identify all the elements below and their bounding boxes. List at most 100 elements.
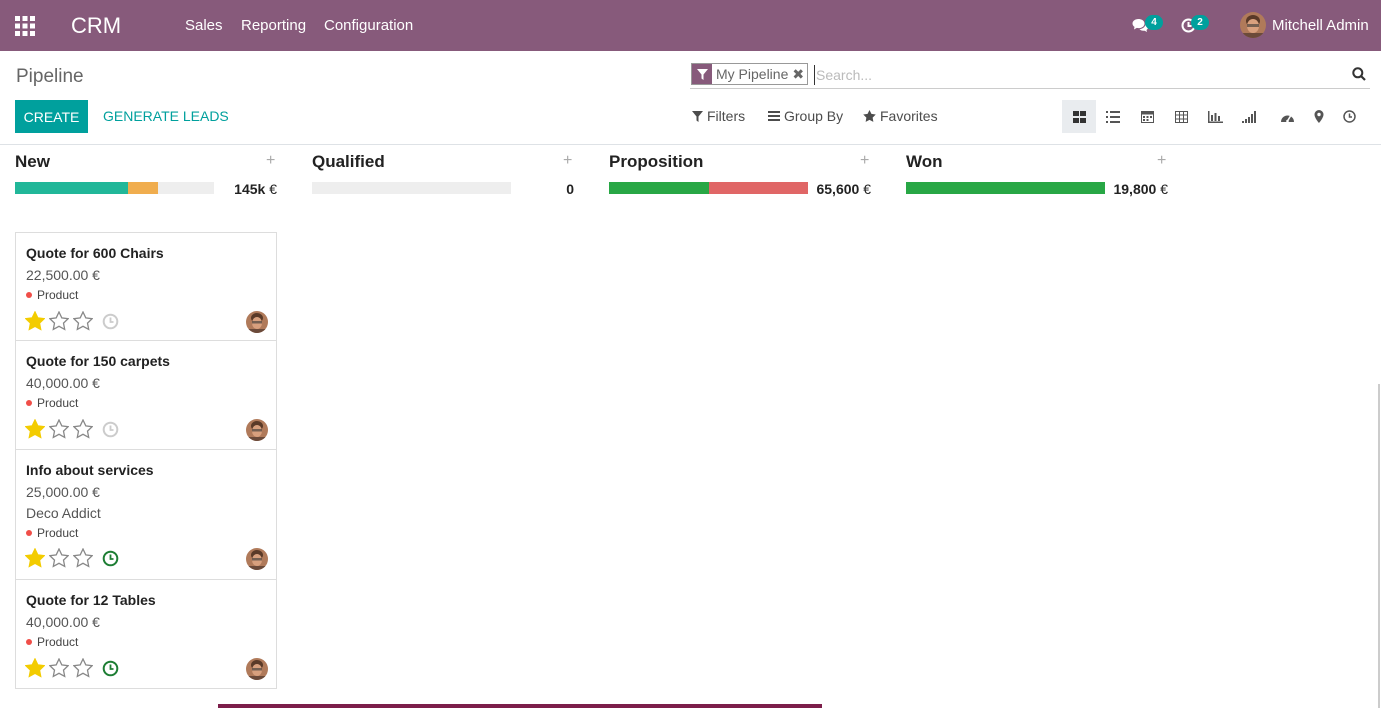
generate-leads-button[interactable]: GENERATE LEADS xyxy=(103,108,229,124)
column-total: 65,600 € xyxy=(809,181,871,197)
activity-clock-icon[interactable] xyxy=(102,421,119,438)
dashboard-icon xyxy=(1280,115,1294,122)
breadcrumb: Pipeline xyxy=(16,66,84,87)
kanban-card[interactable]: Quote for 600 Chairs 22,500.00 € Product xyxy=(15,232,277,341)
remove-facet-icon[interactable]: ✖ xyxy=(792,64,807,84)
card-partner: Deco Addict xyxy=(26,505,101,521)
kanban-card[interactable]: Quote for 150 carpets 40,000.00 € Produc… xyxy=(15,341,277,450)
app-brand[interactable]: CRM xyxy=(71,13,121,39)
add-card-icon[interactable]: + xyxy=(563,152,572,170)
scrollbar[interactable] xyxy=(1378,384,1380,708)
column-progress-bar[interactable] xyxy=(312,182,511,194)
messaging-menu[interactable]: 4 xyxy=(1132,12,1166,40)
card-tag: Product xyxy=(26,526,78,540)
create-button[interactable]: CREATE xyxy=(15,100,88,133)
group-by-button[interactable]: Group By xyxy=(768,108,843,124)
dashboard-view-button[interactable] xyxy=(1270,100,1304,133)
star-empty-icon[interactable] xyxy=(73,548,93,568)
menu-sales[interactable]: Sales xyxy=(185,17,223,34)
menu-reporting[interactable]: Reporting xyxy=(241,17,306,34)
priority-stars xyxy=(25,419,93,439)
star-empty-icon[interactable] xyxy=(49,311,69,331)
calendar-view-button[interactable] xyxy=(1130,100,1164,133)
column-title: Proposition xyxy=(609,152,704,171)
column-title: Qualified xyxy=(312,152,385,171)
activity-menu[interactable]: 2 xyxy=(1181,12,1215,40)
filter-icon xyxy=(692,110,703,122)
card-title: Quote for 12 Tables xyxy=(26,592,156,608)
pivot-view-button[interactable] xyxy=(1164,100,1198,133)
kanban-card[interactable]: Info about services 25,000.00 € Deco Add… xyxy=(15,450,277,580)
star-filled-icon[interactable] xyxy=(25,658,45,678)
column-total-currency: € xyxy=(863,181,871,197)
card-title: Quote for 600 Chairs xyxy=(26,245,164,261)
salesperson-avatar[interactable] xyxy=(246,419,268,441)
map-view-button[interactable] xyxy=(1302,100,1336,133)
column-total: 0 xyxy=(512,181,574,197)
salesperson-avatar[interactable] xyxy=(246,311,268,333)
favorites-label: Favorites xyxy=(880,108,938,124)
activity-clock-icon[interactable] xyxy=(102,550,119,567)
filter-facet[interactable]: My Pipeline ✖ xyxy=(691,63,809,85)
column-total-value: 145k xyxy=(234,181,266,197)
priority-stars xyxy=(25,658,93,678)
star-filled-icon[interactable] xyxy=(25,311,45,331)
kanban-card[interactable]: Quote for 12 Tables 40,000.00 € Product xyxy=(15,580,277,689)
menu-configuration[interactable]: Configuration xyxy=(324,17,413,34)
salesperson-avatar[interactable] xyxy=(246,658,268,680)
column-title: New xyxy=(15,152,50,171)
activity-view-button[interactable] xyxy=(1332,100,1366,133)
card-amount: 25,000.00 € xyxy=(26,484,100,500)
column-total-value: 65,600 xyxy=(816,181,860,197)
column-total: 145k € xyxy=(215,181,277,197)
progress-segment[interactable] xyxy=(15,182,129,194)
pivot-icon xyxy=(1174,110,1188,123)
search-icon[interactable] xyxy=(1352,67,1366,81)
star-empty-icon[interactable] xyxy=(49,548,69,568)
star-filled-icon[interactable] xyxy=(25,419,45,439)
column-total-value: 0 xyxy=(566,181,574,197)
search-input[interactable] xyxy=(814,65,1334,85)
column-progress-bar[interactable] xyxy=(906,182,1105,194)
calendar-icon xyxy=(1140,111,1154,123)
list-view-button[interactable] xyxy=(1096,100,1130,133)
user-avatar[interactable] xyxy=(1240,12,1266,38)
cohort-icon xyxy=(1241,110,1256,123)
tag-label: Product xyxy=(37,526,79,540)
star-empty-icon[interactable] xyxy=(49,658,69,678)
add-card-icon[interactable]: + xyxy=(860,152,869,170)
star-empty-icon[interactable] xyxy=(73,419,93,439)
priority-stars xyxy=(25,311,93,331)
star-empty-icon[interactable] xyxy=(49,419,69,439)
star-empty-icon[interactable] xyxy=(73,658,93,678)
column-progress-bar[interactable] xyxy=(15,182,214,194)
progress-segment[interactable] xyxy=(128,182,159,194)
card-amount: 40,000.00 € xyxy=(26,614,100,630)
add-card-icon[interactable]: + xyxy=(266,152,275,170)
favorites-button[interactable]: Favorites xyxy=(863,108,938,124)
star-icon xyxy=(863,110,876,122)
card-tag: Product xyxy=(26,396,78,410)
tag-color-dot xyxy=(26,400,32,406)
progress-segment[interactable] xyxy=(609,182,709,194)
user-name[interactable]: Mitchell Admin xyxy=(1272,17,1369,34)
salesperson-avatar[interactable] xyxy=(246,548,268,570)
activity-clock-icon[interactable] xyxy=(102,660,119,677)
activity-clock-icon[interactable] xyxy=(102,313,119,330)
progress-segment[interactable] xyxy=(708,182,808,194)
cohort-view-button[interactable] xyxy=(1232,100,1266,133)
progress-segment[interactable] xyxy=(906,182,1105,194)
tag-label: Product xyxy=(37,635,79,649)
star-empty-icon[interactable] xyxy=(73,311,93,331)
star-filled-icon[interactable] xyxy=(25,548,45,568)
apps-menu-icon[interactable] xyxy=(15,16,35,36)
filters-button[interactable]: Filters xyxy=(692,108,745,124)
tag-color-dot xyxy=(26,530,32,536)
column-total-value: 19,800 xyxy=(1113,181,1157,197)
graph-view-button[interactable] xyxy=(1198,100,1232,133)
column-progress-bar[interactable] xyxy=(609,182,808,194)
kanban-view-button[interactable] xyxy=(1062,100,1096,133)
activities-badge: 2 xyxy=(1191,15,1209,30)
add-card-icon[interactable]: + xyxy=(1157,152,1166,170)
column-total: 19,800 € xyxy=(1106,181,1168,197)
